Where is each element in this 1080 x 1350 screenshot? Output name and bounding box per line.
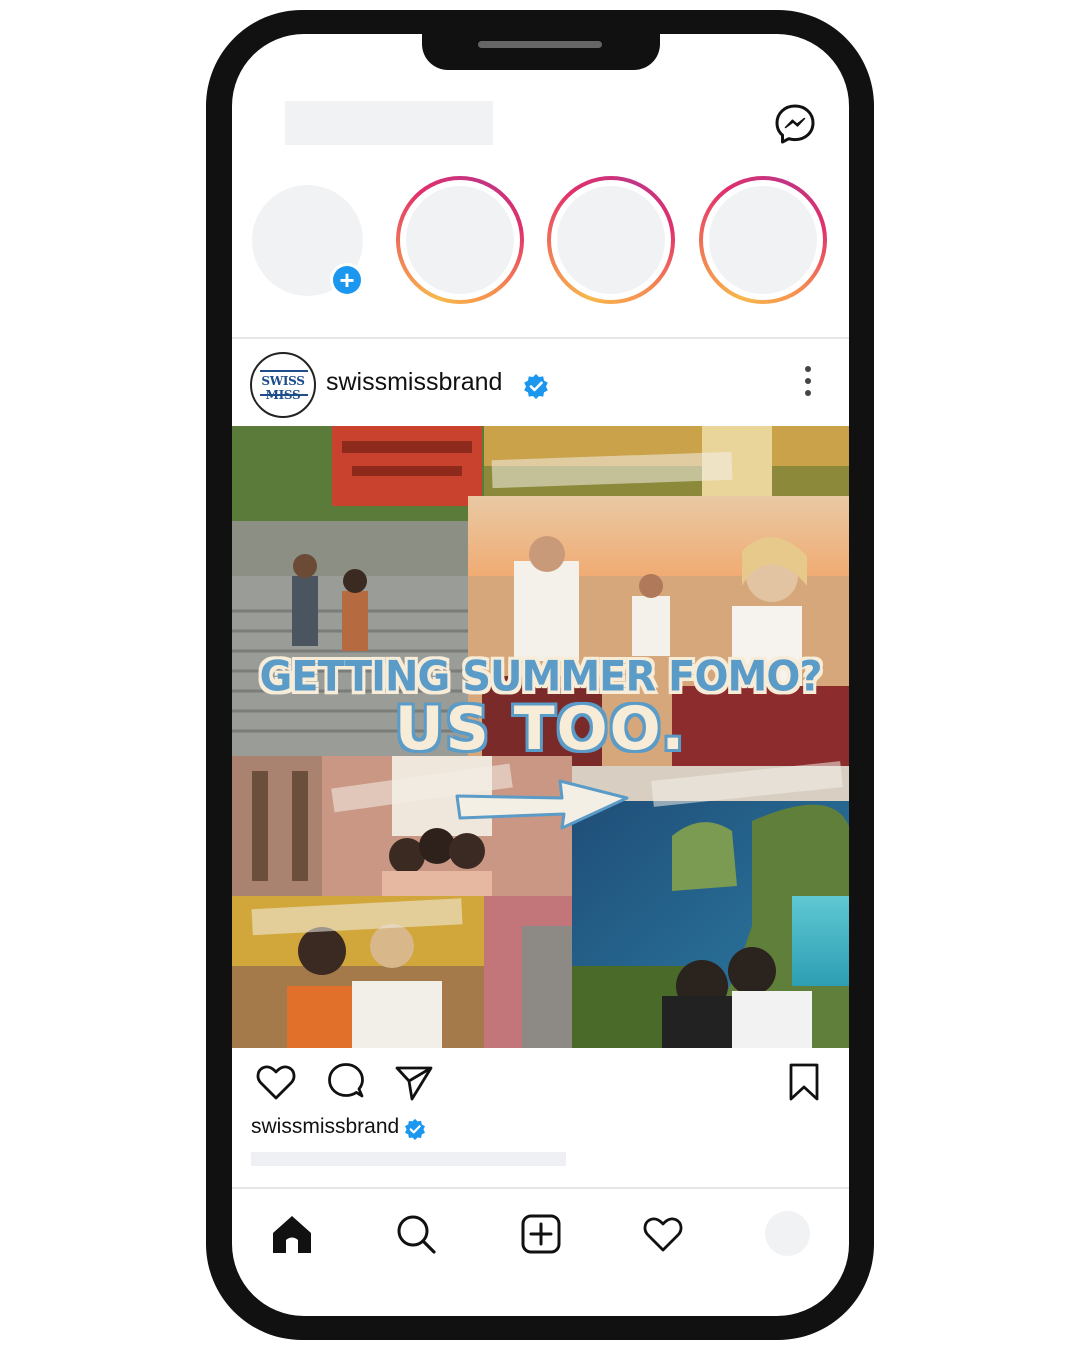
- search-icon[interactable]: [394, 1212, 438, 1256]
- bookmark-icon[interactable]: [782, 1060, 826, 1104]
- bottom-nav-divider: [232, 1187, 849, 1189]
- story-avatar: [709, 186, 817, 294]
- story-item[interactable]: [699, 176, 827, 304]
- share-icon[interactable]: [392, 1060, 436, 1104]
- post-image[interactable]: GETTING SUMMER FOMO? US TOO.: [232, 426, 849, 1048]
- caption-text-placeholder: [251, 1152, 566, 1166]
- activity-heart-icon[interactable]: [641, 1212, 685, 1256]
- caption-username[interactable]: swissmissbrand: [251, 1115, 399, 1139]
- verified-badge-icon: [405, 1118, 425, 1140]
- phone-screen: + SWISS MISS swissmissbrand: [232, 34, 849, 1316]
- stories-divider: [232, 337, 849, 339]
- heart-icon[interactable]: [254, 1060, 298, 1104]
- profile-avatar[interactable]: [765, 1211, 810, 1256]
- story-item[interactable]: [396, 176, 524, 304]
- comment-icon[interactable]: [324, 1060, 368, 1104]
- avatar-logo-text: SWISS MISS: [261, 374, 305, 402]
- plus-icon: +: [333, 266, 361, 294]
- post-username[interactable]: swissmissbrand: [326, 368, 502, 397]
- story-avatar: [557, 186, 665, 294]
- story-item[interactable]: [547, 176, 675, 304]
- verified-badge-icon: [524, 374, 548, 399]
- phone-speaker: [478, 41, 602, 48]
- add-post-icon[interactable]: [519, 1212, 563, 1256]
- image-subheadline: US TOO.: [394, 694, 687, 764]
- phone-notch: [422, 30, 660, 70]
- home-icon[interactable]: [270, 1212, 314, 1256]
- post-avatar[interactable]: SWISS MISS: [250, 352, 316, 418]
- more-options-icon[interactable]: [800, 364, 816, 398]
- story-avatar: [406, 186, 514, 294]
- app-logo-placeholder: [285, 101, 493, 145]
- messenger-icon[interactable]: [773, 102, 817, 146]
- add-story-button[interactable]: +: [330, 263, 364, 297]
